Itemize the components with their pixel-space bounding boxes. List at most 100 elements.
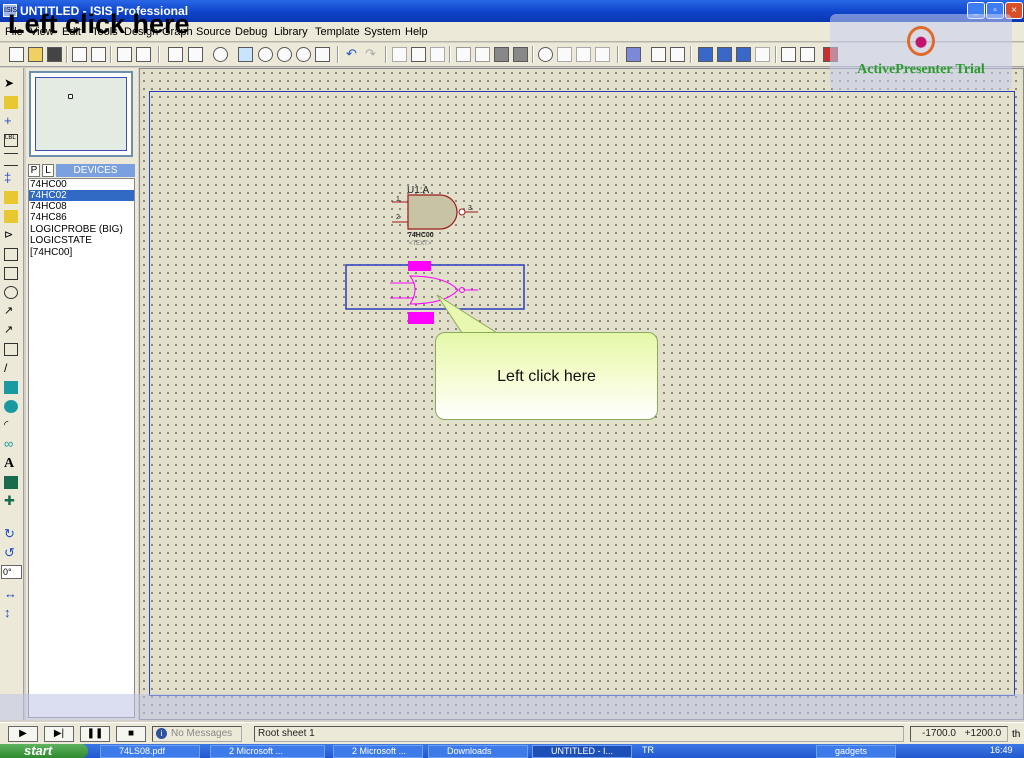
exit-to-parent-icon[interactable] [755,47,770,62]
add-sheet-icon[interactable] [717,47,732,62]
current-probe-icon[interactable]: ↗ [4,324,18,337]
menu-debug[interactable]: Debug [235,26,267,38]
menu-source[interactable]: Source [196,26,231,38]
text-script-icon[interactable] [4,153,18,166]
line-tool-icon[interactable]: / [4,362,18,375]
block-copy-icon[interactable] [456,47,471,62]
arc-tool-icon[interactable]: ◜ [4,419,18,432]
device-pins-icon[interactable]: ⊳ [4,229,18,242]
mirror-horizontal-icon[interactable]: ↔ [4,587,18,601]
coord-y: +1200.0 [964,728,1002,739]
menu-library[interactable]: Library [274,26,308,38]
info-icon: i [156,728,167,739]
taskbar-item[interactable]: 2 Microsoft ... [333,745,423,758]
menu-template[interactable]: Template [315,26,360,38]
start-button[interactable]: start [0,744,88,758]
wire-label-icon[interactable]: LBL [4,134,18,147]
overview-window[interactable] [29,71,133,157]
grid-icon[interactable] [188,47,203,62]
selection-mode-icon[interactable]: ➤ [4,77,18,90]
rotate-clockwise-icon[interactable]: ↻ [4,527,18,541]
origin-icon[interactable] [213,47,228,62]
junction-dot-icon[interactable]: + [4,114,18,128]
stop-button[interactable]: ■ [116,726,146,742]
voltage-probe-icon[interactable]: ↗ [4,305,18,318]
redo-icon[interactable]: ↷ [365,47,380,62]
electrical-check-icon[interactable] [800,47,815,62]
pan-icon[interactable] [238,47,253,62]
text-tool-icon[interactable]: A [4,457,18,471]
watermark-band [0,694,1024,720]
property-tool-icon[interactable] [670,47,685,62]
new-file-icon[interactable] [9,47,24,62]
taskbar-item[interactable]: gadgets [816,745,896,758]
cut-icon[interactable] [392,47,407,62]
decompose-icon[interactable] [595,47,610,62]
rotation-angle-input[interactable]: 0° [1,565,22,579]
taskbar-item[interactable]: 74LS08.pdf [100,745,200,758]
list-item[interactable]: LOGICSTATE [29,235,134,246]
list-item[interactable]: 74HC02 [29,190,134,201]
new-sheet-icon[interactable] [698,47,713,62]
copy-icon[interactable] [411,47,426,62]
subcircuit-icon[interactable] [4,191,18,204]
paste-icon[interactable] [430,47,445,62]
overview-sheet [35,77,127,151]
save-icon[interactable] [47,47,62,62]
rotate-anticlockwise-icon[interactable]: ↺ [4,546,18,560]
circle-tool-icon[interactable] [4,400,18,413]
windows-taskbar: start 74LS08.pdf 2 Microsoft ... 2 Micro… [0,744,1024,758]
zoom-all-icon[interactable] [296,47,311,62]
block-move-icon[interactable] [475,47,490,62]
graph-mode-icon[interactable] [4,248,18,261]
library-manager-button[interactable]: L [42,164,54,177]
virtual-instruments-icon[interactable] [4,343,18,356]
mirror-vertical-icon[interactable]: ↕ [4,606,18,620]
print-area-icon[interactable] [136,47,151,62]
remove-sheet-icon[interactable] [736,47,751,62]
pause-button[interactable]: ❚❚ [80,726,110,742]
zoom-in-icon[interactable] [258,47,273,62]
list-item[interactable]: 74HC00 [29,179,134,190]
messages-indicator[interactable]: i No Messages [152,726,242,742]
list-item[interactable]: [74HC00] [29,247,134,258]
wire-autorouter-icon[interactable] [626,47,641,62]
language-indicator[interactable]: TR [642,745,654,755]
bus-icon[interactable]: ‡ [4,171,18,185]
zoom-area-icon[interactable] [315,47,330,62]
box-tool-icon[interactable] [4,381,18,394]
list-item[interactable]: LOGICPROBE (BIG) [29,224,134,235]
component-mode-icon[interactable] [4,96,18,109]
search-tag-icon[interactable] [651,47,666,62]
menu-help[interactable]: Help [405,26,428,38]
list-item[interactable]: 74HC86 [29,212,134,223]
list-item[interactable]: 74HC08 [29,201,134,212]
package-tool-icon[interactable] [576,47,591,62]
terminals-icon[interactable] [4,210,18,223]
redraw-icon[interactable] [168,47,183,62]
zoom-out-icon[interactable] [277,47,292,62]
undo-icon[interactable]: ↶ [346,47,361,62]
taskbar-item[interactable]: 2 Microsoft ... [210,745,325,758]
tape-recorder-icon[interactable] [4,267,18,280]
symbol-tool-icon[interactable] [4,476,18,489]
bill-of-materials-icon[interactable] [781,47,796,62]
import-icon[interactable] [72,47,87,62]
play-button[interactable]: ▶ [8,726,38,742]
menu-system[interactable]: System [364,26,401,38]
make-device-icon[interactable] [557,47,572,62]
generator-icon[interactable] [4,286,18,299]
trial-watermark: ActivePresenter Trial [830,14,1012,90]
taskbar-item[interactable]: Downloads [428,745,528,758]
marker-tool-icon[interactable]: ✚ [4,494,18,508]
export-icon[interactable] [91,47,106,62]
taskbar-item[interactable]: UNTITLED - I... [532,745,632,758]
print-icon[interactable] [117,47,132,62]
pick-device-icon[interactable] [538,47,553,62]
step-button[interactable]: ▶| [44,726,74,742]
pick-devices-button[interactable]: P [28,164,40,177]
open-folder-icon[interactable] [28,47,43,62]
path-tool-icon[interactable]: ∞ [4,437,18,451]
block-rotate-icon[interactable] [494,47,509,62]
block-delete-icon[interactable] [513,47,528,62]
